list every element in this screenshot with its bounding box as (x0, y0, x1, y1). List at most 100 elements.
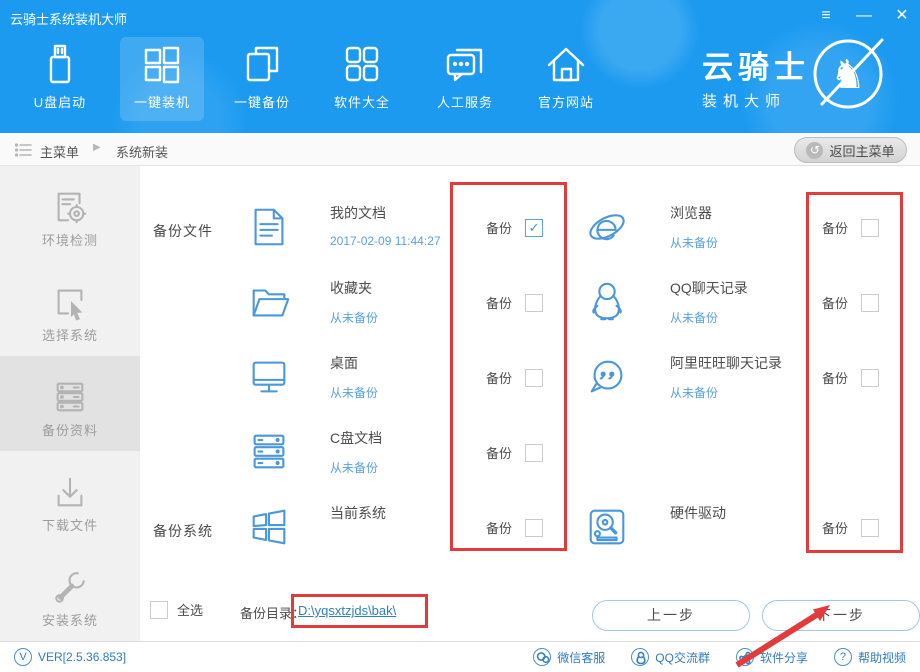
nav-item-official-site[interactable]: 官方网站 (516, 40, 616, 126)
backup-label: 备份 (822, 221, 849, 236)
share-software-link[interactable]: 软件分享 (735, 648, 808, 666)
select-all-label: 全选 (177, 603, 204, 618)
backup-dir-label: 备份目录： (240, 606, 306, 621)
breadcrumb-bar: 主菜单 ▶ 系统新装 ↺ 返回主菜单 (0, 133, 920, 166)
sidebar-item-label: 环境检测 (41, 233, 98, 248)
minimize-icon[interactable]: — (852, 4, 876, 28)
breadcrumb-arrow-icon: ▶ (93, 142, 101, 153)
select-system-icon (57, 289, 83, 321)
backup-row-c-drive-docs: C盘文档 从未备份 备份 (140, 415, 920, 490)
nav-item-label: 一键装机 (133, 95, 190, 110)
footer-links: 微信客服 QQ交流群 软件分享 ? 帮助视频 (533, 648, 906, 666)
backup-panel: 备份文件 备份系统 我的文档 2017-02-09 11:44:27 备份 ✓ … (140, 166, 920, 641)
menu-icon[interactable]: ≡ (814, 4, 838, 28)
item-status: 从未备份 (670, 236, 719, 250)
sidebar: 环境检测 选择系统 备份资料 下载文件 安装系统 (0, 166, 140, 641)
breadcrumb-root[interactable]: 主菜单 (40, 142, 79, 161)
nav-item-label: U盘启动 (33, 95, 87, 110)
header: 云骑士系统装机大师 ≡ — ✕ U盘启动 一键装机 一键备份 软件大全 人工服务… (0, 0, 920, 133)
sidebar-item-download-files[interactable]: 下载文件 (0, 451, 140, 546)
ie-browser-icon (584, 204, 630, 250)
footer-link-label: 帮助视频 (857, 650, 906, 665)
backup-data-icon (56, 382, 84, 412)
close-icon[interactable]: ✕ (890, 4, 914, 28)
window-title: 云骑士系统装机大师 (10, 12, 128, 27)
nav-item-usb-boot[interactable]: U盘启动 (10, 40, 110, 126)
item-title: QQ聊天记录 (670, 280, 748, 296)
sidebar-item-backup-data[interactable]: 备份资料 (0, 356, 140, 451)
item-title: C盘文档 (330, 430, 383, 446)
nav-item-software-library[interactable]: 软件大全 (312, 40, 412, 126)
share-icon (735, 648, 754, 666)
backup-row-aliwangwang-chat: 阿里旺旺聊天记录 从未备份 备份 (140, 340, 920, 415)
wechat-support-link[interactable]: 微信客服 (533, 648, 605, 666)
wechat-icon (533, 648, 552, 666)
nav-item-label: 一键备份 (233, 95, 290, 110)
backup-checkbox[interactable] (861, 518, 880, 537)
qq-penguin-icon (584, 279, 630, 325)
svg-text:♞: ♞ (830, 52, 866, 98)
backup-checkbox[interactable] (861, 368, 880, 387)
knight-emblem-icon: ♞ (813, 38, 884, 109)
version-text: VER[2.5.36.853] (38, 650, 127, 664)
backup-checkbox[interactable] (861, 218, 880, 237)
nav-item-one-key-install[interactable]: 一键装机 (112, 40, 212, 126)
sidebar-item-label: 下载文件 (41, 518, 98, 533)
grid-icon (345, 46, 379, 82)
version-info: V VER[2.5.36.853] (14, 648, 126, 666)
qq-group-link[interactable]: QQ交流群 (631, 648, 710, 666)
return-main-menu-button[interactable]: ↺ 返回主菜单 (794, 137, 907, 163)
version-icon: V (14, 648, 32, 666)
copy-icon (246, 46, 279, 82)
backup-label: 备份 (822, 521, 849, 536)
download-icon (57, 477, 83, 507)
nav-item-label: 人工服务 (436, 95, 493, 110)
app-window: 云骑士系统装机大师 ≡ — ✕ U盘启动 一键装机 一键备份 软件大全 人工服务… (0, 0, 920, 672)
help-icon: ? (833, 648, 852, 666)
backup-dir-link[interactable]: D:\yqsxtzjds\bak\ (298, 603, 396, 618)
backup-row-browser: 浏览器 从未备份 备份 (140, 190, 920, 265)
backup-label: 备份 (822, 371, 849, 386)
item-status (670, 534, 726, 548)
sidebar-item-install-system[interactable]: 安装系统 (0, 546, 140, 641)
window-controls: ≡ — ✕ (814, 4, 914, 28)
item-title: 阿里旺旺聊天记录 (670, 355, 782, 371)
chat-service-icon (446, 48, 483, 82)
item-title: 浏览器 (670, 205, 712, 221)
select-all-checkbox[interactable] (150, 600, 168, 619)
breadcrumb-current: 系统新装 (116, 145, 169, 160)
server-stack-icon (246, 429, 292, 475)
footer: V VER[2.5.36.853] 微信客服 QQ交流群 软件分享 ? 帮助视频 (0, 641, 920, 672)
env-check-icon (57, 192, 87, 224)
item-status: 从未备份 (330, 461, 379, 475)
nav-item-label: 官方网站 (537, 95, 594, 110)
nav-item-customer-service[interactable]: 人工服务 (415, 40, 515, 126)
backup-checkbox[interactable] (861, 293, 880, 312)
footer-link-label: 软件分享 (759, 650, 808, 665)
brand-subtitle: 装机大师 (702, 93, 787, 110)
back-arrow-icon: ↺ (806, 141, 824, 159)
sidebar-item-select-system[interactable]: 选择系统 (0, 261, 140, 356)
qq-icon (631, 648, 650, 666)
item-status: 从未备份 (670, 311, 719, 325)
help-video-link[interactable]: ? 帮助视频 (833, 648, 906, 666)
previous-step-button[interactable]: 上一步 (592, 600, 750, 631)
backup-label: 备份 (822, 296, 849, 311)
sidebar-item-env-check[interactable]: 环境检测 (0, 166, 140, 261)
brand-logo: 云骑士 装机大师 (702, 42, 810, 111)
nav-item-label: 软件大全 (333, 95, 390, 110)
backup-label: 备份 (486, 446, 513, 461)
next-step-button[interactable]: 下一步 (762, 600, 920, 631)
brand-name: 云骑士 (702, 50, 810, 85)
install-system-icon (55, 571, 88, 603)
bottom-controls: 全选 备份目录： D:\yqsxtzjds\bak\ 上一步 下一步 (140, 590, 920, 640)
backup-row-qq-chat: QQ聊天记录 从未备份 备份 (140, 265, 920, 340)
backup-checkbox[interactable] (525, 443, 544, 462)
backup-row-hardware-drivers: 硬件驱动 备份 (140, 490, 920, 565)
item-status: 从未备份 (670, 386, 719, 400)
sidebar-item-label: 备份资料 (41, 423, 98, 438)
footer-link-label: QQ交流群 (655, 650, 710, 665)
windows-tiles-icon (144, 46, 180, 84)
nav-item-one-key-backup[interactable]: 一键备份 (212, 40, 312, 126)
drive-search-icon (584, 504, 630, 550)
